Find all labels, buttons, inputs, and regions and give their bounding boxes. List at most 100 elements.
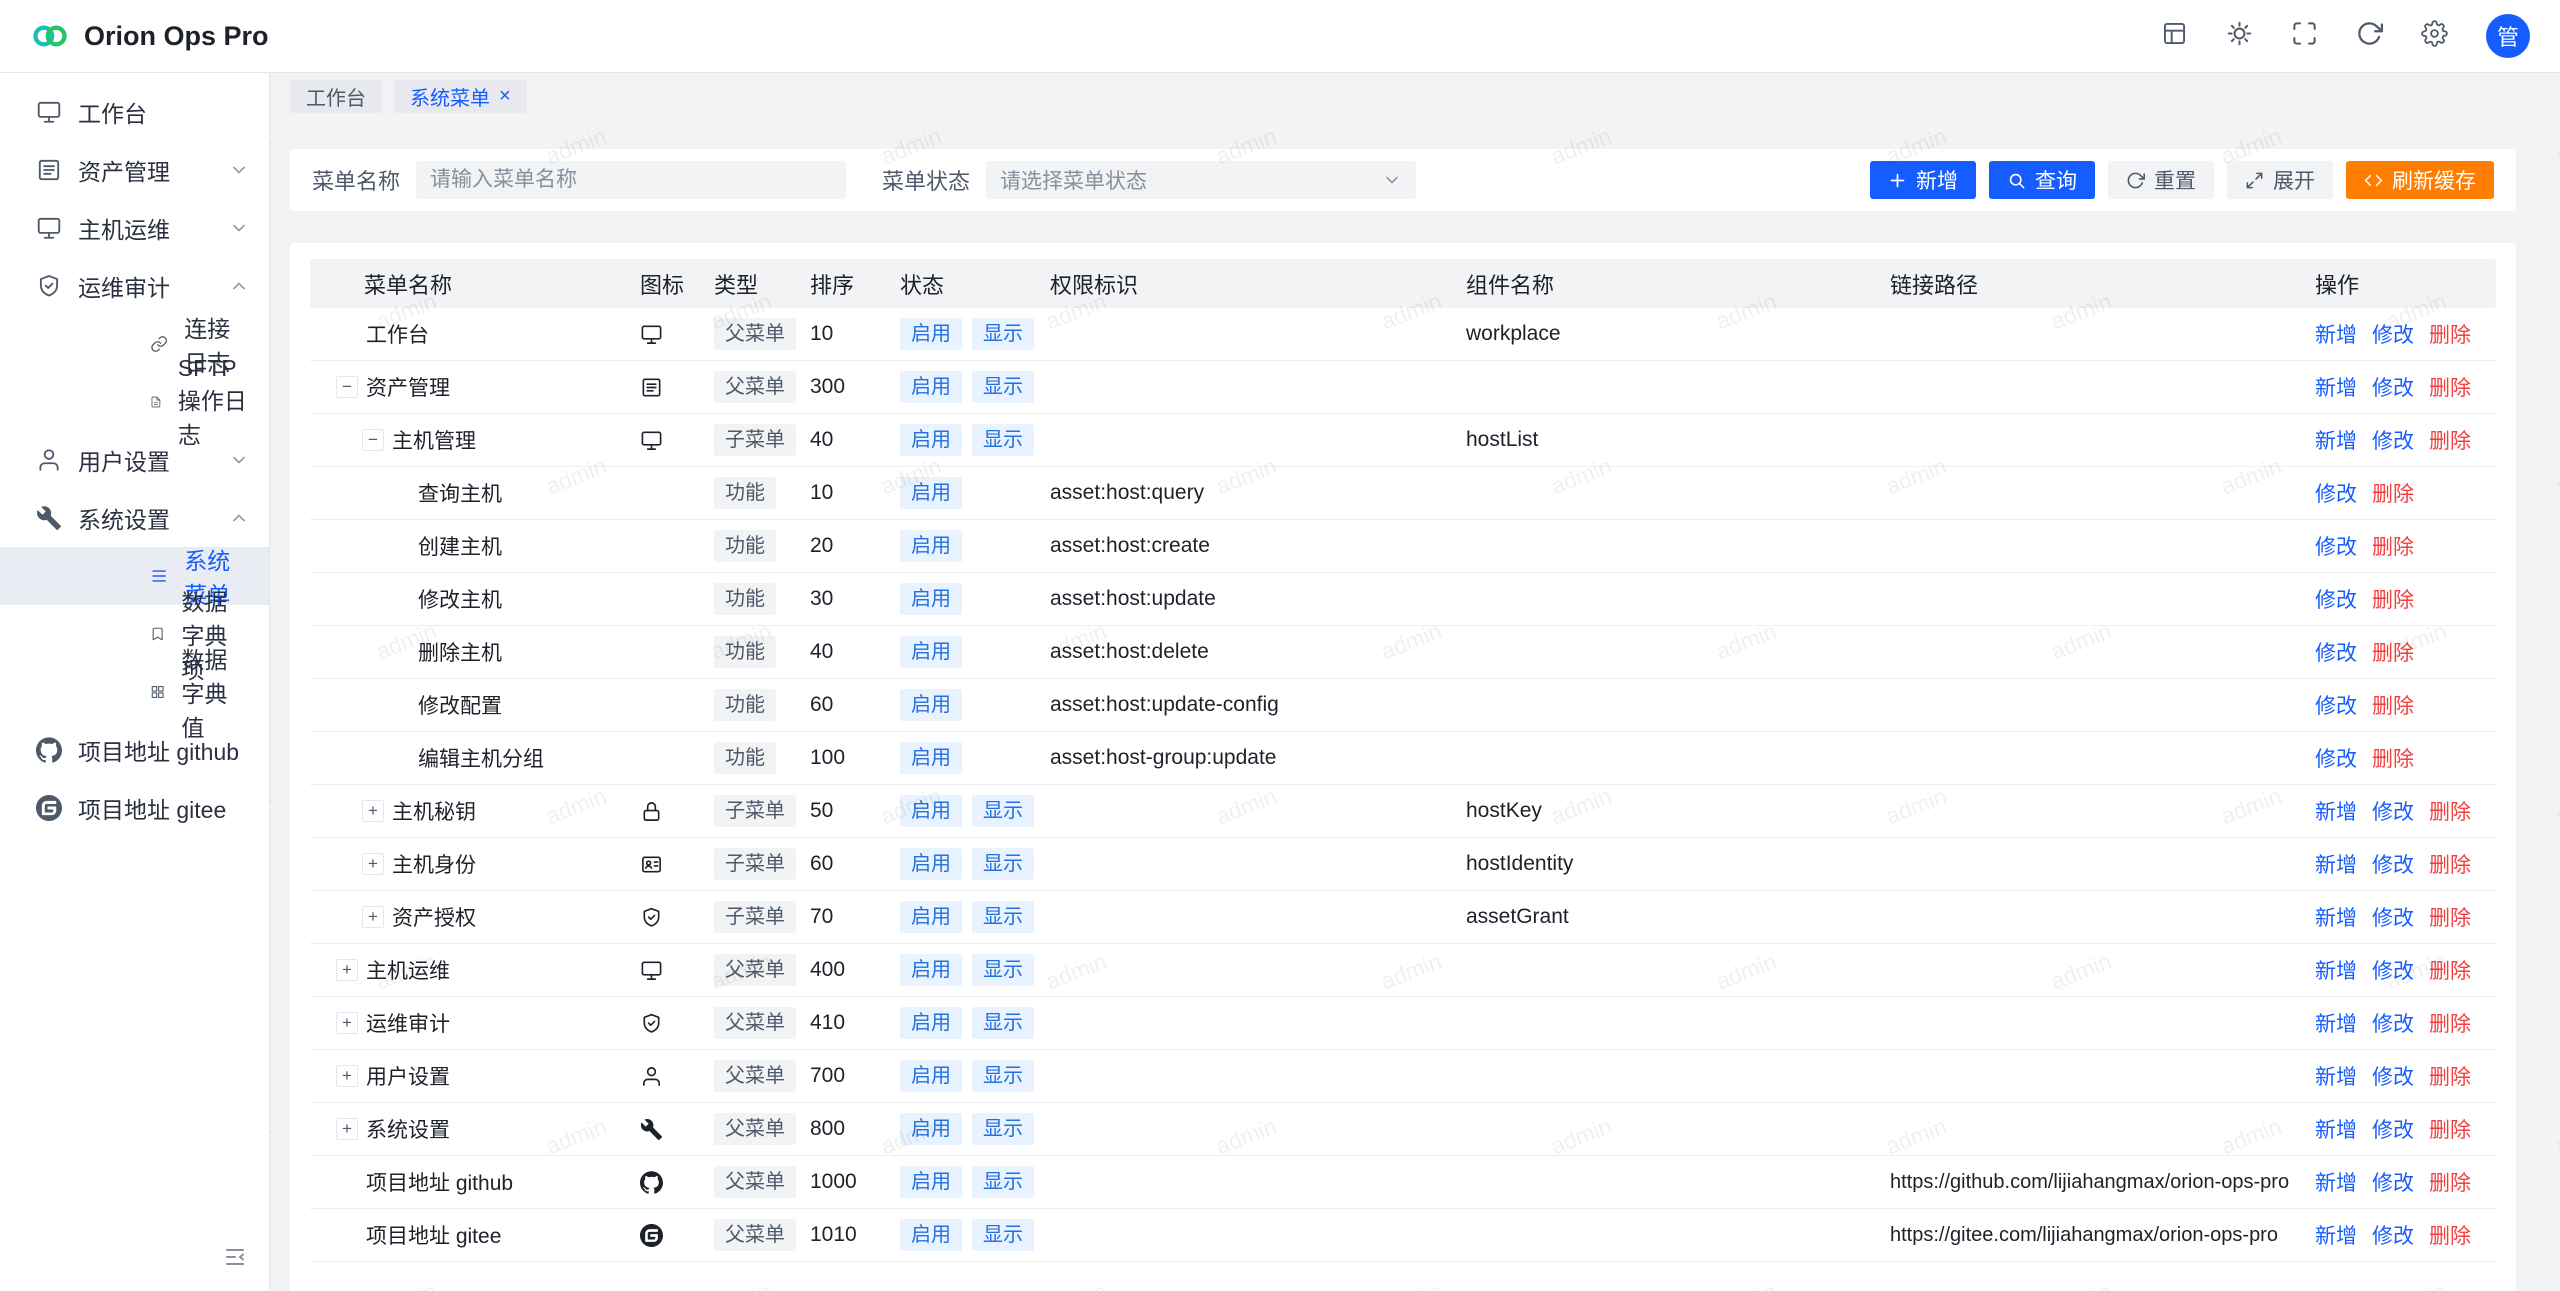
delete-link[interactable]: 删除	[2372, 531, 2414, 561]
sidebar-subitem[interactable]: 数据字典值	[0, 663, 269, 721]
header-gear-button[interactable]	[2421, 20, 2448, 52]
tab-item[interactable]: 工作台	[290, 80, 382, 113]
expand-toggle-icon[interactable]: +	[362, 853, 384, 875]
status-enabled-badge: 启用	[900, 1060, 962, 1092]
menu-name-input[interactable]	[416, 161, 846, 199]
sidebar-item[interactable]: 项目地址 gitee	[0, 779, 269, 837]
add-link[interactable]: 新增	[2315, 1061, 2357, 1091]
delete-link[interactable]: 删除	[2429, 1220, 2471, 1250]
refresh-cache-button[interactable]: 刷新缓存	[2346, 161, 2494, 199]
sidebar-item[interactable]: 主机运维	[0, 199, 269, 257]
add-link[interactable]: 新增	[2315, 372, 2357, 402]
delete-link[interactable]: 删除	[2372, 637, 2414, 667]
delete-link[interactable]: 删除	[2429, 849, 2471, 879]
permission-cell	[1050, 1209, 1466, 1261]
column-header: 操作	[2315, 259, 2496, 308]
edit-link[interactable]: 修改	[2372, 1008, 2414, 1038]
menu-name: 运维审计	[366, 1008, 450, 1038]
delete-link[interactable]: 删除	[2429, 796, 2471, 826]
link-path-cell	[1890, 997, 2315, 1049]
header-fullscreen-button[interactable]	[2291, 20, 2318, 52]
collapse-toggle-icon[interactable]: −	[362, 429, 384, 451]
delete-link[interactable]: 删除	[2429, 1061, 2471, 1091]
add-link[interactable]: 新增	[2315, 796, 2357, 826]
expand-button[interactable]: 展开	[2227, 161, 2333, 199]
delete-link[interactable]: 删除	[2429, 955, 2471, 985]
permission-value: asset:host:query	[1050, 481, 1204, 505]
edit-link[interactable]: 修改	[2315, 584, 2357, 614]
sidebar-item[interactable]: 资产管理	[0, 141, 269, 199]
sidebar-collapse-button[interactable]	[223, 1245, 253, 1275]
edit-link[interactable]: 修改	[2372, 425, 2414, 455]
table-row: +主机运维父菜单400启用显示新增修改删除	[310, 944, 2496, 997]
add-link[interactable]: 新增	[2315, 319, 2357, 349]
sidebar-item[interactable]: 运维审计	[0, 257, 269, 315]
delete-link[interactable]: 删除	[2372, 478, 2414, 508]
menu-status-select[interactable]: 请选择菜单状态	[986, 161, 1416, 199]
add-link[interactable]: 新增	[2315, 955, 2357, 985]
sidebar-item[interactable]: 系统设置	[0, 489, 269, 547]
sidebar-subitem[interactable]: SFTP 操作日志	[0, 373, 269, 431]
edit-link[interactable]: 修改	[2372, 955, 2414, 985]
sidebar: 工作台资产管理主机运维运维审计连接日志SFTP 操作日志用户设置系统设置系统菜单…	[0, 73, 270, 1291]
edit-link[interactable]: 修改	[2372, 1114, 2414, 1144]
edit-link[interactable]: 修改	[2315, 690, 2357, 720]
add-link[interactable]: 新增	[2315, 849, 2357, 879]
delete-link[interactable]: 删除	[2429, 1008, 2471, 1038]
header-panel-button[interactable]	[2161, 20, 2188, 52]
delete-link[interactable]: 删除	[2429, 902, 2471, 932]
expand-toggle-icon[interactable]: +	[336, 1012, 358, 1034]
expand-toggle-icon[interactable]: +	[336, 959, 358, 981]
menu-name-cell: +主机秘钥	[310, 785, 640, 837]
user-avatar[interactable]: 管	[2486, 14, 2530, 58]
edit-link[interactable]: 修改	[2372, 796, 2414, 826]
reset-button[interactable]: 重置	[2108, 161, 2214, 199]
add-link[interactable]: 新增	[2315, 1167, 2357, 1197]
search-button[interactable]: 查询	[1989, 161, 2095, 199]
sort-cell: 60	[810, 838, 900, 890]
delete-link[interactable]: 删除	[2429, 1114, 2471, 1144]
delete-link[interactable]: 删除	[2429, 1167, 2471, 1197]
menu-name-cell: 修改主机	[310, 573, 640, 625]
add-link[interactable]: 新增	[2315, 902, 2357, 932]
expand-toggle-icon[interactable]: +	[336, 1065, 358, 1087]
edit-link[interactable]: 修改	[2372, 1220, 2414, 1250]
edit-link[interactable]: 修改	[2372, 902, 2414, 932]
edit-link[interactable]: 修改	[2315, 743, 2357, 773]
add-link[interactable]: 新增	[2315, 1220, 2357, 1250]
chevron-down-icon	[229, 508, 249, 528]
delete-link[interactable]: 删除	[2429, 319, 2471, 349]
type-badge: 父菜单	[714, 371, 796, 403]
edit-link[interactable]: 修改	[2372, 1061, 2414, 1091]
edit-link[interactable]: 修改	[2372, 319, 2414, 349]
collapse-toggle-icon[interactable]: −	[336, 376, 358, 398]
delete-link[interactable]: 删除	[2429, 425, 2471, 455]
delete-link[interactable]: 删除	[2372, 690, 2414, 720]
edit-link[interactable]: 修改	[2315, 637, 2357, 667]
expand-toggle-icon[interactable]: +	[362, 906, 384, 928]
add-link[interactable]: 新增	[2315, 1008, 2357, 1038]
edit-link[interactable]: 修改	[2372, 849, 2414, 879]
close-icon[interactable]: ×	[499, 86, 511, 106]
tab-active[interactable]: 系统菜单×	[394, 80, 527, 113]
edit-link[interactable]: 修改	[2372, 372, 2414, 402]
expand-toggle-icon[interactable]: +	[336, 1118, 358, 1140]
edit-link[interactable]: 修改	[2372, 1167, 2414, 1197]
header-refresh-button[interactable]	[2356, 20, 2383, 52]
delete-link[interactable]: 删除	[2372, 584, 2414, 614]
sidebar-item-label: 系统设置	[78, 501, 170, 535]
delete-link[interactable]: 删除	[2429, 372, 2471, 402]
expand-toggle-icon[interactable]: +	[362, 800, 384, 822]
delete-link[interactable]: 删除	[2372, 743, 2414, 773]
add-button[interactable]: 新增	[1870, 161, 1976, 199]
app-header: Orion Ops Pro 管	[0, 0, 2560, 73]
add-link[interactable]: 新增	[2315, 425, 2357, 455]
actions-cell: 新增修改删除	[2315, 944, 2496, 996]
sort-cell: 20	[810, 520, 900, 572]
header-sun-button[interactable]	[2226, 20, 2253, 52]
edit-link[interactable]: 修改	[2315, 531, 2357, 561]
edit-link[interactable]: 修改	[2315, 478, 2357, 508]
sidebar-item[interactable]: 工作台	[0, 83, 269, 141]
add-link[interactable]: 新增	[2315, 1114, 2357, 1144]
menu-name-cell: 工作台	[310, 308, 640, 360]
